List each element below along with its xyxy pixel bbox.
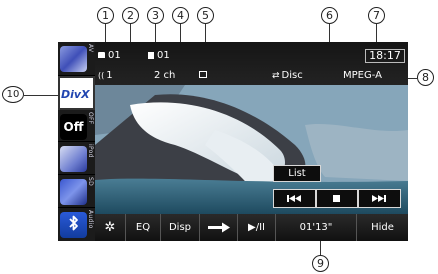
prev-track-button[interactable]	[273, 189, 316, 208]
bluetooth-audio-icon	[60, 212, 87, 238]
source-audio-button[interactable]: Audio	[58, 208, 95, 241]
video-playback-area[interactable]: List	[95, 85, 408, 214]
subtitle-icon	[199, 71, 207, 78]
file-number: 01	[157, 50, 170, 61]
folder-number: 01	[108, 50, 121, 61]
source-ipod-button[interactable]: iPod	[58, 142, 95, 175]
skip-forward-icon	[372, 195, 386, 202]
disp-button[interactable]: Disp	[161, 214, 200, 241]
skip-back-icon	[287, 195, 301, 202]
hide-button[interactable]: Hide	[357, 214, 408, 241]
source-sd-button[interactable]: SD	[58, 175, 95, 208]
leader-line-10	[24, 95, 58, 96]
file-icon	[148, 52, 154, 59]
right-arrow-icon	[208, 222, 230, 233]
source-off-label: OFF	[87, 112, 94, 125]
source-selector-strip: AV DivX Off OFF iPod SD Audio	[58, 42, 95, 241]
clock-display: 18:17	[365, 49, 405, 63]
folder-indicator: 01	[98, 50, 121, 61]
settings-button[interactable]: ✲	[95, 214, 126, 241]
repeat-mode: Disc	[281, 70, 303, 81]
callout-9: 9	[312, 255, 329, 272]
next-arrow-button[interactable]	[200, 214, 238, 241]
status-bar: 01 01 ((1 2 ch ⇄ Disc 18:17 MPEG-A	[95, 42, 408, 85]
bottom-control-bar: ✲ EQ Disp ▶/II 01'13" Hide	[95, 214, 408, 241]
audio-stream-indicator: ((1	[98, 70, 113, 81]
repeat-icon: ⇄	[272, 71, 280, 81]
file-indicator: 01	[148, 50, 170, 61]
callout-8: 8	[417, 69, 434, 86]
figure: 1 2 3 4 5 6 7 8 9 10 AV DivX Off OFF iPo…	[0, 0, 438, 274]
callout-4: 4	[172, 7, 189, 24]
callout-5: 5	[197, 7, 214, 24]
audio-stream-number: 1	[106, 70, 113, 81]
divx-logo: DivX	[61, 82, 90, 108]
audio-channel-indicator: 2 ch	[154, 70, 176, 81]
sd-card-icon	[60, 179, 87, 205]
stop-icon	[333, 195, 340, 202]
next-track-button[interactable]	[358, 189, 401, 208]
callout-1: 1	[97, 7, 114, 24]
play-time: 01'13"	[276, 214, 357, 241]
callout-7: 7	[368, 7, 385, 24]
stop-button[interactable]	[316, 189, 358, 208]
source-divx-button[interactable]: DivX	[58, 76, 95, 110]
av-source-icon	[60, 46, 87, 72]
source-ipod-label: iPod	[87, 144, 94, 158]
callout-2: 2	[122, 7, 139, 24]
callout-3: 3	[147, 7, 164, 24]
bluetooth-icon	[69, 215, 78, 231]
subtitle-indicator	[199, 70, 207, 81]
callout-10: 10	[2, 86, 24, 103]
audio-wave-icon: ((	[98, 71, 105, 80]
off-icon: Off	[60, 114, 87, 140]
folder-icon	[98, 52, 105, 58]
ipod-icon	[60, 146, 87, 172]
source-av-button[interactable]: AV	[58, 42, 95, 76]
source-sd-label: SD	[87, 177, 94, 187]
gear-icon: ✲	[104, 220, 116, 235]
audio-format-indicator: MPEG-A	[343, 70, 382, 81]
eq-button[interactable]: EQ	[126, 214, 161, 241]
source-audio-label: Audio	[87, 210, 94, 229]
play-pause-button[interactable]: ▶/II	[238, 214, 276, 241]
callout-6: 6	[321, 7, 338, 24]
source-av-label: AV	[87, 44, 94, 53]
list-button[interactable]: List	[273, 165, 321, 182]
repeat-indicator: ⇄ Disc	[272, 70, 303, 81]
source-off-button[interactable]: Off OFF	[58, 110, 95, 142]
